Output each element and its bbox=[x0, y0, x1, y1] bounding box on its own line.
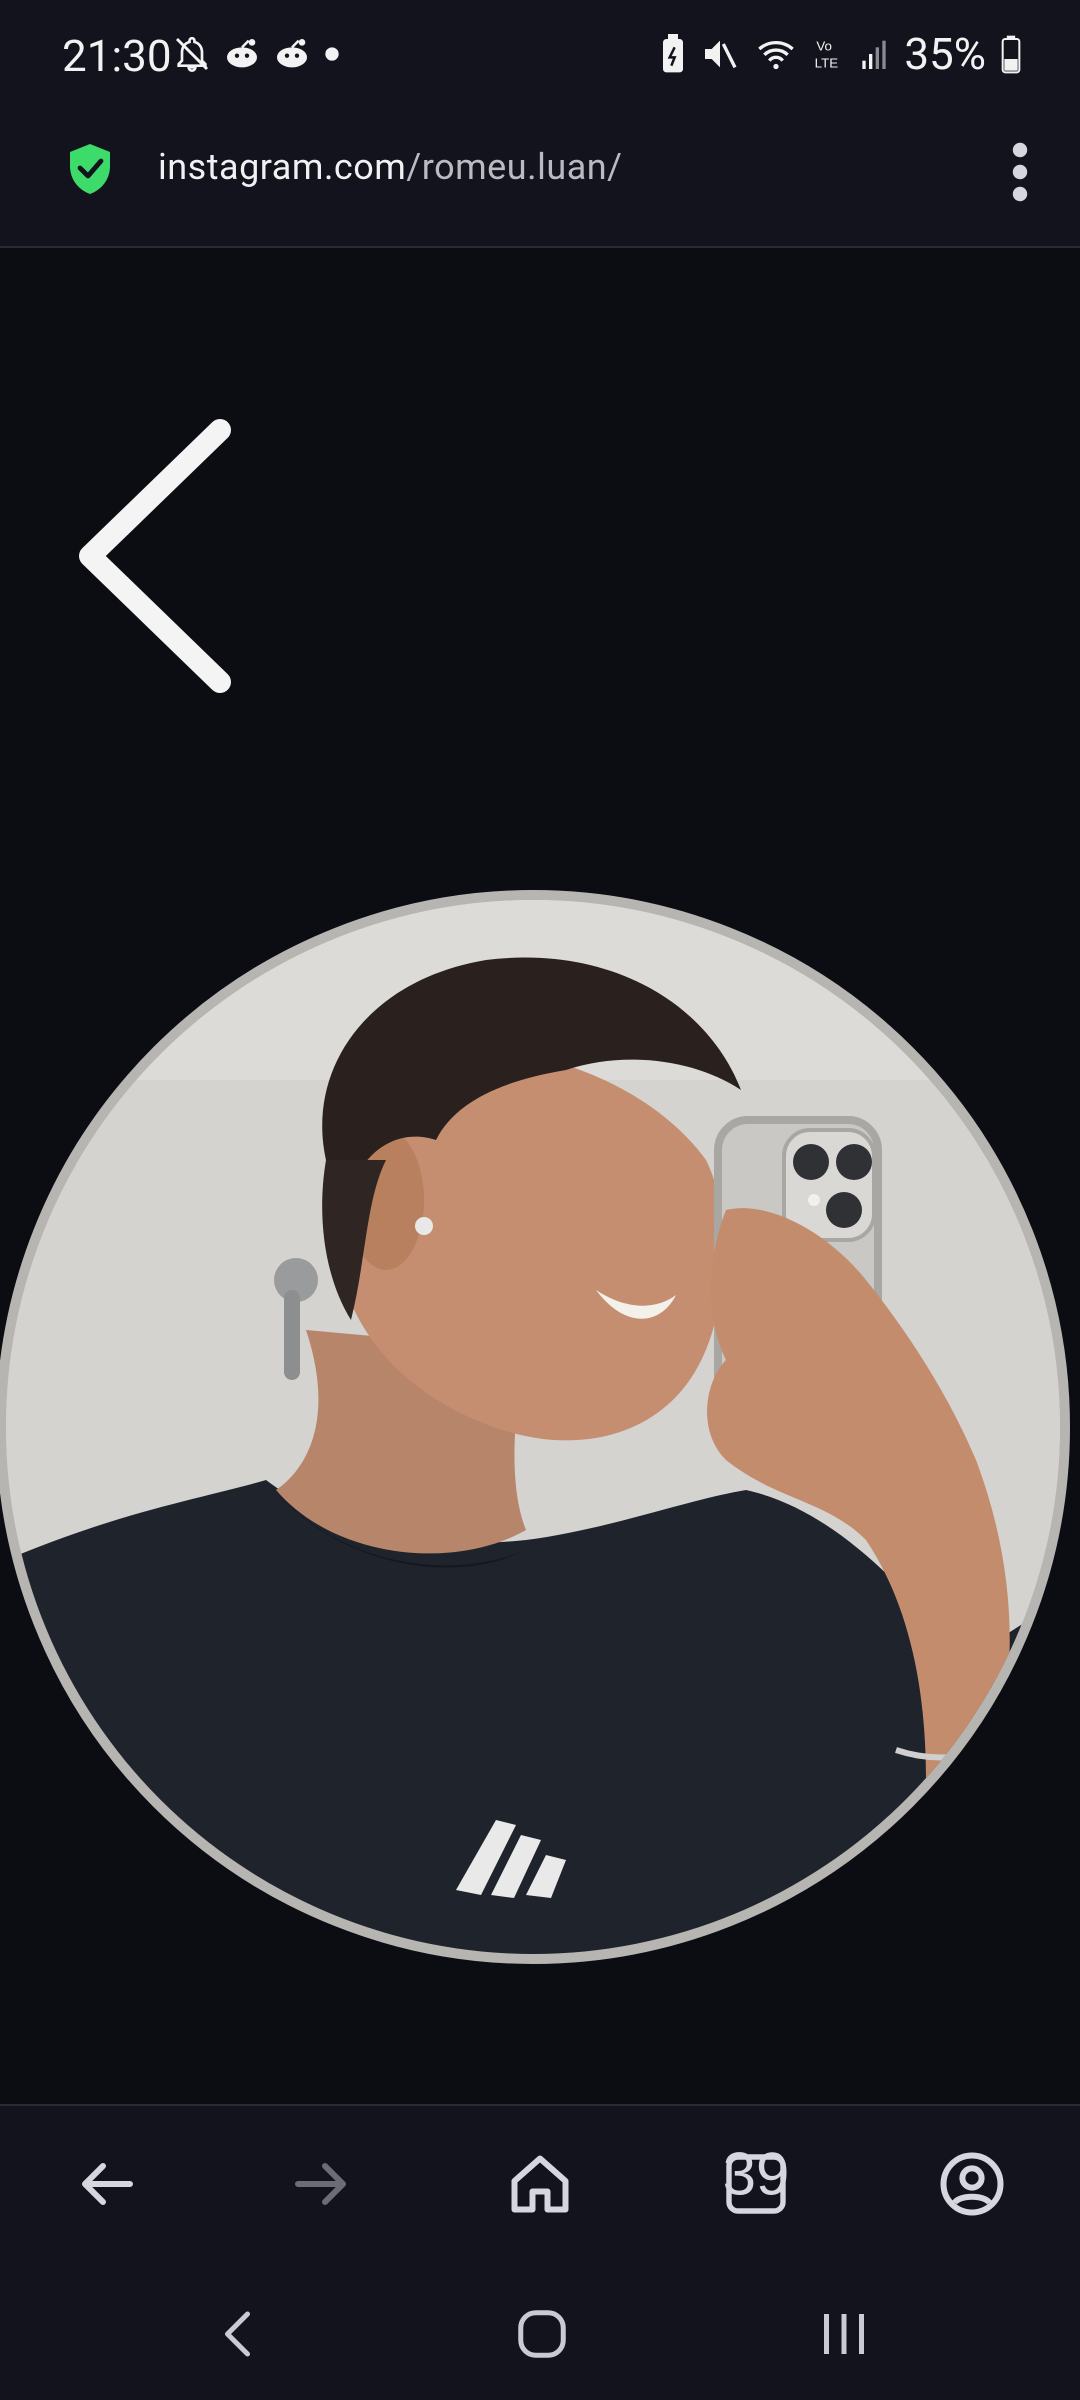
wifi-icon bbox=[758, 41, 795, 70]
more-vert-icon[interactable] bbox=[1008, 142, 1032, 202]
forward-arrow-icon[interactable] bbox=[286, 2148, 358, 2220]
dot-icon bbox=[325, 47, 339, 61]
tabs-icon[interactable]: 39 bbox=[720, 2148, 792, 2220]
nav-back-icon[interactable] bbox=[210, 2304, 270, 2364]
account-icon[interactable] bbox=[936, 2148, 1008, 2220]
status-left-icons bbox=[172, 34, 342, 74]
url-text[interactable]: instagram.com/romeu.luan/ bbox=[158, 146, 623, 188]
home-icon[interactable] bbox=[504, 2148, 576, 2220]
shield-check-icon[interactable] bbox=[66, 142, 114, 196]
system-nav-bar bbox=[0, 2264, 1080, 2400]
story-viewer bbox=[0, 250, 1080, 2104]
profile-picture-image bbox=[6, 900, 1060, 1954]
mute-icon bbox=[705, 40, 737, 69]
tabs-count: 39 bbox=[723, 2148, 790, 2208]
url-bar[interactable]: instagram.com/romeu.luan/ bbox=[0, 112, 1080, 248]
chevron-left-icon[interactable] bbox=[74, 406, 244, 706]
url-domain: instagram.com bbox=[158, 146, 407, 188]
back-arrow-icon[interactable] bbox=[70, 2148, 142, 2220]
notifications-off-icon bbox=[175, 36, 209, 73]
nav-recents-icon[interactable] bbox=[814, 2304, 874, 2364]
status-bar: 21:30 Vo LTE 35% bbox=[0, 0, 1080, 112]
status-right-icons: Vo LTE 35% bbox=[660, 28, 1022, 80]
reddit-icon bbox=[277, 39, 307, 68]
signal-icon bbox=[862, 40, 886, 69]
profile-picture bbox=[0, 890, 1070, 1964]
battery-saver-icon bbox=[663, 34, 684, 73]
svg-text:LTE: LTE bbox=[815, 55, 839, 70]
url-path: /romeu.luan/ bbox=[406, 146, 623, 188]
volte-icon: Vo LTE bbox=[815, 39, 839, 71]
status-time: 21:30 bbox=[62, 30, 172, 82]
battery-icon bbox=[1001, 35, 1021, 74]
reddit-icon bbox=[227, 39, 257, 68]
browser-toolbar: 39 bbox=[0, 2104, 1080, 2264]
nav-home-icon[interactable] bbox=[512, 2304, 572, 2364]
svg-text:Vo: Vo bbox=[817, 39, 833, 54]
battery-percent: 35% bbox=[904, 28, 986, 80]
